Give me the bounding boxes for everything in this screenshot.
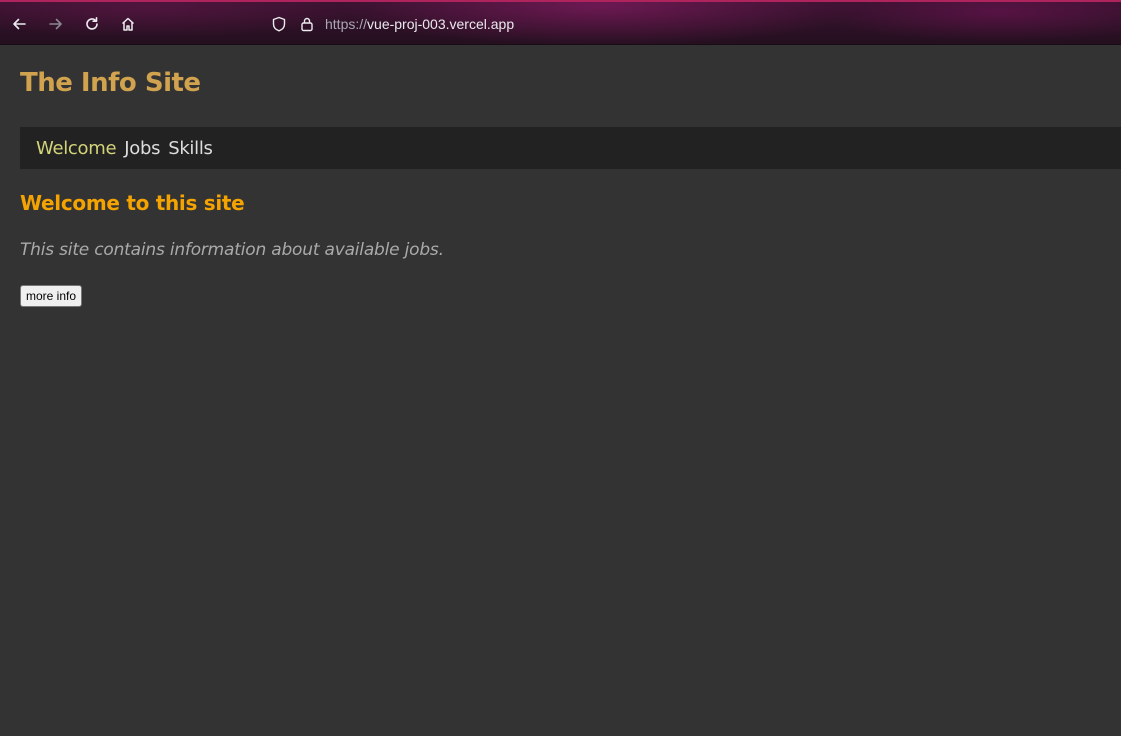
address-bar-url[interactable]: https://vue-proj-003.vercel.app: [325, 16, 514, 32]
main-nav: Welcome Jobs Skills: [20, 127, 1121, 169]
home-icon[interactable]: [119, 15, 137, 33]
nav-link-jobs[interactable]: Jobs: [124, 138, 160, 159]
site-title: The Info Site: [20, 68, 201, 98]
browser-toolbar: https://vue-proj-003.vercel.app: [0, 0, 1121, 45]
reload-icon[interactable]: [83, 15, 101, 33]
url-scheme: https://: [325, 16, 368, 32]
shield-icon[interactable]: [270, 15, 288, 33]
intro-text: This site contains information about ava…: [20, 240, 444, 260]
section-heading: Welcome to this site: [20, 191, 245, 215]
nav-link-welcome[interactable]: Welcome: [36, 138, 117, 159]
forward-arrow-icon[interactable]: [47, 15, 65, 33]
page-content: The Info Site Welcome Jobs Skills Welcom…: [0, 45, 1121, 736]
url-host: vue-proj-003.vercel.app: [367, 16, 515, 32]
lock-icon[interactable]: [298, 15, 316, 33]
nav-link-skills[interactable]: Skills: [168, 138, 213, 159]
more-info-button[interactable]: more info: [20, 285, 83, 307]
back-arrow-icon[interactable]: [10, 15, 28, 33]
